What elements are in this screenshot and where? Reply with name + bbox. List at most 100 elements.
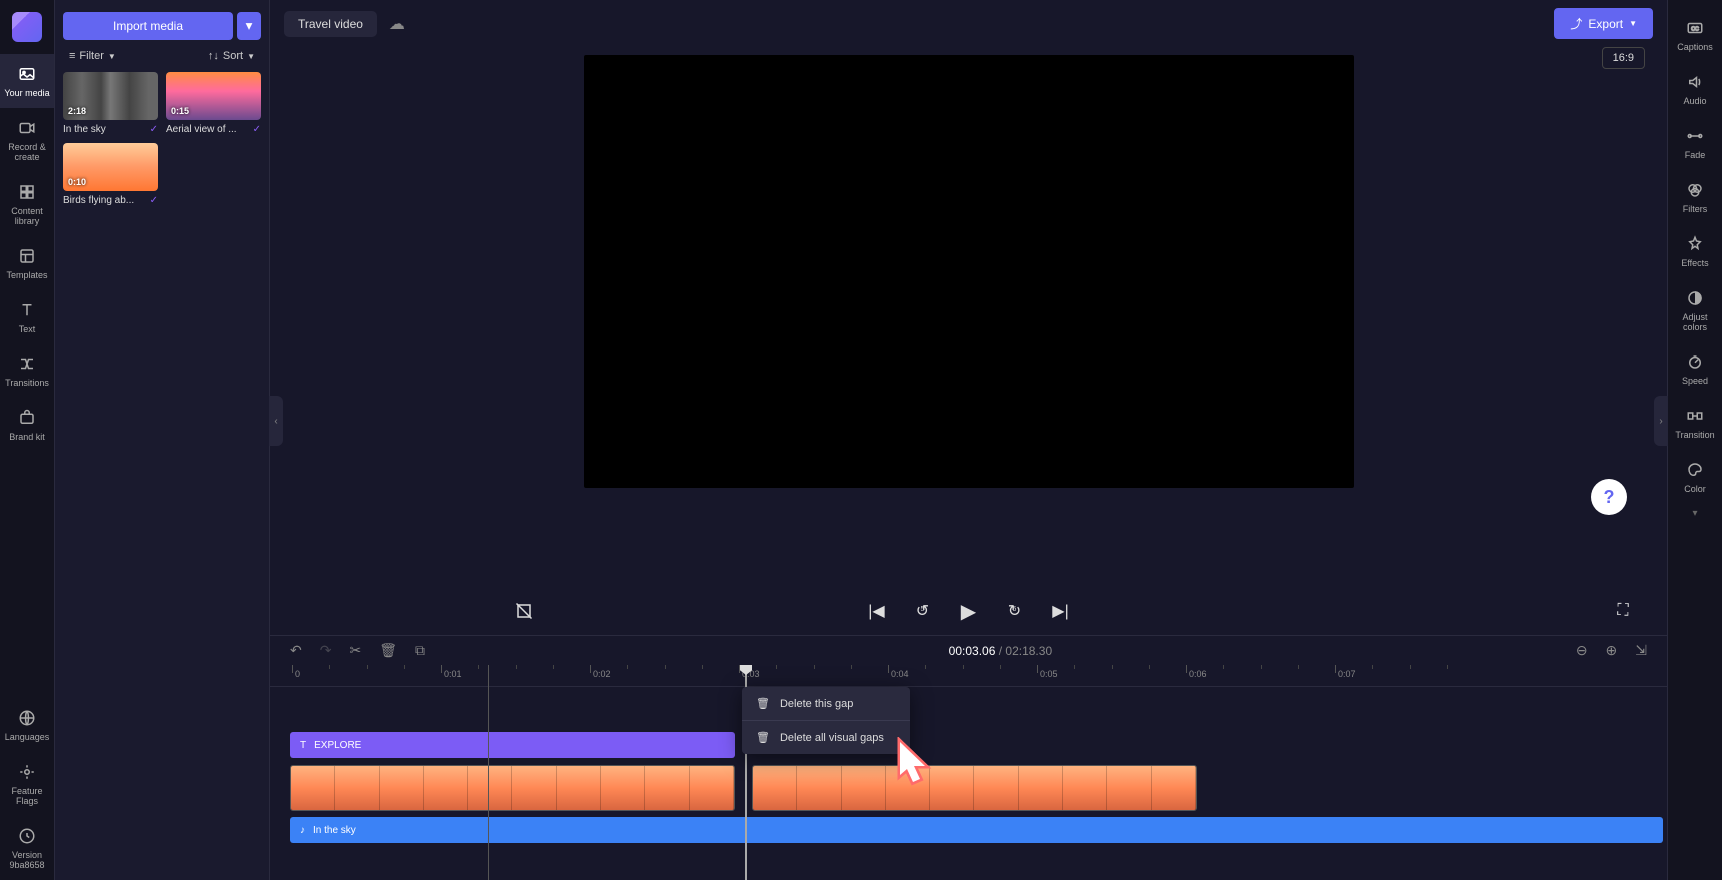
collapse-right-toggle[interactable]: › [1654,396,1668,446]
time-current: 00:03.06 [949,644,996,658]
import-media-button[interactable]: Import media [63,12,233,40]
skip-end-button[interactable]: ▶| [1047,597,1075,625]
skip-forward-button[interactable]: ↻5 [1001,597,1029,625]
collapse-left-toggle[interactable]: ‹ [269,396,283,446]
skip-back-button[interactable]: ↺5 [909,597,937,625]
text-clip[interactable]: T EXPLORE [290,732,735,758]
delete-button[interactable]: 🗑 [379,642,397,659]
cloud-sync-icon[interactable]: ☁ [389,14,405,34]
sidebar-item-your-media[interactable]: Your media [0,54,54,108]
ctx-label: Delete this gap [780,698,853,710]
templates-icon [17,246,37,266]
crop-button[interactable] [510,597,538,625]
text-icon: T [300,740,306,751]
media-item[interactable]: 2:18In the sky✓ [63,72,158,135]
languages-icon [17,708,37,728]
sidebar-item-adjust-colors[interactable]: Adjust colors [1668,278,1722,342]
sidebar-label: Feature Flags [4,786,50,806]
captions-icon: CC [1685,18,1705,38]
sidebar-item-transition[interactable]: Transition [1668,396,1722,450]
delete-this-gap-item[interactable]: 🗑 Delete this gap [742,687,910,720]
play-button[interactable]: ▶ [955,597,983,625]
expand-toggle[interactable]: ▾ [1668,504,1722,523]
brand-kit-icon [17,408,37,428]
speed-icon [1685,352,1705,372]
sidebar-item-audio[interactable]: Audio [1668,62,1722,116]
sidebar-item-effects[interactable]: Effects [1668,224,1722,278]
sort-button[interactable]: ↑↓ Sort ▼ [208,50,255,62]
sidebar-label: Languages [5,732,50,742]
redo-button[interactable]: ↷ [320,642,332,659]
fit-button[interactable]: ⇲ [1635,642,1647,659]
sidebar-label: Speed [1682,376,1708,386]
video-preview[interactable] [584,55,1354,488]
ruler-label: 0:03 [742,669,760,679]
timeline-toolbar: ↶ ↷ ✂ 🗑 ⧉ 00:03.06 / 02:18.30 ⊖ ⊕ ⇲ [270,635,1667,665]
media-thumbnail[interactable]: 0:15 [166,72,261,120]
sidebar-item-feature-flags[interactable]: Feature Flags [0,752,54,816]
audio-clip[interactable]: ♪ In the sky [290,817,1663,843]
sidebar-item-version[interactable]: Version 9ba8658 [0,816,54,880]
trash-icon: 🗑 [756,731,770,744]
filters-icon [1685,180,1705,200]
delete-all-gaps-item[interactable]: 🗑 Delete all visual gaps [742,720,910,754]
sidebar-label: Your media [4,88,49,98]
help-button[interactable]: ? [1591,479,1627,515]
ruler-label: 0:01 [444,669,462,679]
sidebar-label: Record & create [4,142,50,162]
sidebar-item-text[interactable]: Text [0,290,54,344]
sidebar-label: Content library [4,206,50,226]
sidebar-item-content-library[interactable]: Content library [0,172,54,236]
skip-start-button[interactable]: |◀ [863,597,891,625]
video-clip-2[interactable] [752,765,1197,811]
tracks-area[interactable]: T EXPLORE ♪ In the sky 🗑 Delete this gap [270,687,1667,857]
media-thumbnail[interactable]: 2:18 [63,72,158,120]
sidebar-item-captions[interactable]: CC Captions [1668,8,1722,62]
filter-button[interactable]: ≡ Filter ▼ [69,50,116,62]
media-item[interactable]: 0:15Aerial view of ...✓ [166,72,261,135]
text-icon [17,300,37,320]
timeline[interactable]: 00:010:020:030:040:050:060:07 T EXPLORE … [270,665,1667,880]
sidebar-label: Brand kit [9,432,45,442]
fullscreen-button[interactable]: ⛶ [1609,597,1637,625]
sidebar-item-speed[interactable]: Speed [1668,342,1722,396]
sidebar-item-record-create[interactable]: Record & create [0,108,54,172]
sidebar-item-languages[interactable]: Languages [0,698,54,752]
split-button[interactable]: ✂ [349,642,361,659]
duplicate-button[interactable]: ⧉ [415,642,425,659]
video-clip-1[interactable] [290,765,735,811]
sidebar-label: Effects [1681,258,1708,268]
zoom-in-button[interactable]: ⊕ [1606,642,1618,659]
music-note-icon: ♪ [300,825,305,836]
zoom-out-button[interactable]: ⊖ [1576,642,1588,659]
ruler-label: 0:06 [1189,669,1207,679]
undo-button[interactable]: ↶ [290,642,302,659]
import-dropdown-button[interactable]: ▾ [237,12,261,40]
media-thumbnail[interactable]: 0:10 [63,143,158,191]
adjust-colors-icon [1685,288,1705,308]
sidebar-label: Captions [1677,42,1713,52]
app-logo[interactable] [12,12,42,42]
color-icon [1685,460,1705,480]
ruler-label: 0:07 [1338,669,1356,679]
right-sidebar: CC Captions AudioFadeFilters Effects Adjust … [1667,0,1722,880]
media-duration: 0:10 [68,177,86,187]
project-title[interactable]: Travel video [284,11,377,37]
time-total: 02:18.30 [1005,644,1052,658]
checkmark-icon: ✓ [150,124,158,135]
aspect-ratio-selector[interactable]: 16:9 [1602,47,1645,69]
upload-icon: ⤴ [1570,15,1582,32]
timeline-ruler[interactable]: 00:010:020:030:040:050:060:07 [270,665,1667,687]
sidebar-item-filters[interactable]: Filters [1668,170,1722,224]
export-button[interactable]: ⤴ Export ▼ [1554,8,1653,39]
sidebar-item-color[interactable]: Color [1668,450,1722,504]
sidebar-item-brand-kit[interactable]: Brand kit [0,398,54,452]
main-area: ‹ › Travel video ☁ ⤴ Export ▼ 16:9 ? |◀ … [270,0,1667,880]
sidebar-label: Transitions [5,378,49,388]
audio-icon [1685,72,1705,92]
sidebar-item-fade[interactable]: Fade [1668,116,1722,170]
sidebar-item-transitions[interactable]: Transitions [0,344,54,398]
media-item[interactable]: 0:10Birds flying ab...✓ [63,143,158,206]
filter-label: Filter [79,50,103,62]
sidebar-item-templates[interactable]: Templates [0,236,54,290]
